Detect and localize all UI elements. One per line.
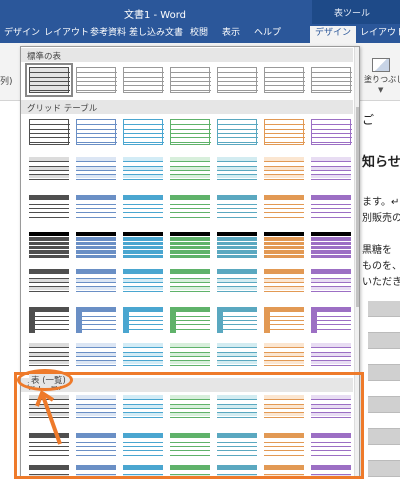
chevron-down-icon: ▼ (378, 86, 384, 94)
doc-text: 知らせ (362, 155, 400, 170)
tab-table-design[interactable]: デザイン (310, 26, 357, 43)
title-bar: 文書1 - Word 表ツール (0, 0, 400, 24)
doc-text: ご (362, 113, 375, 127)
table-style-option[interactable] (217, 195, 257, 221)
table-style-option[interactable] (264, 195, 304, 221)
table-style-option[interactable] (76, 195, 116, 221)
table-style-option[interactable] (264, 343, 304, 369)
table-style-option[interactable] (217, 307, 257, 333)
table-style-option[interactable] (264, 119, 305, 145)
table-style-option[interactable] (29, 119, 70, 145)
tab-view[interactable]: 表示 (222, 26, 240, 43)
table-style-option[interactable] (264, 67, 305, 93)
table-style-option[interactable] (311, 195, 351, 221)
table-style-option[interactable] (76, 307, 116, 333)
table-style-option[interactable] (217, 343, 257, 369)
tab-mailings[interactable]: 差し込み文書 (129, 26, 183, 43)
table-style-option[interactable] (76, 343, 116, 369)
table-style-option[interactable] (311, 157, 351, 183)
section-plain-tables: 標準の表 (21, 48, 353, 62)
table-style-option[interactable] (170, 119, 211, 145)
document-page[interactable]: ご 知らせ ます。↵ 別販売の 黒糖を ものを、 いただき (360, 101, 400, 479)
doc-text: 黒糖を (362, 245, 392, 256)
table-style-option[interactable] (311, 232, 351, 258)
table-style-option[interactable] (25, 63, 73, 97)
tab-table-layout[interactable]: レイアウト (360, 26, 400, 43)
table-style-option[interactable] (123, 67, 164, 93)
table-style-option[interactable] (29, 195, 69, 221)
table-style-option[interactable] (170, 307, 210, 333)
table-style-option[interactable] (76, 269, 116, 295)
table-style-option[interactable] (123, 269, 163, 295)
table-style-option[interactable] (76, 119, 117, 145)
shading-label: 塗りつぶし (364, 75, 400, 84)
table-style-option[interactable] (170, 269, 210, 295)
window-title: 文書1 - Word (123, 10, 187, 21)
table-style-option[interactable] (170, 232, 210, 258)
table-style-option[interactable] (217, 269, 257, 295)
doc-text: ものを、 (362, 261, 400, 272)
tab-help[interactable]: ヘルプ (254, 26, 281, 43)
doc-text: 別販売の (362, 213, 400, 224)
table-style-option[interactable] (264, 157, 304, 183)
tab-layout[interactable]: レイアウト (44, 26, 89, 43)
doc-text: いただき (362, 277, 400, 288)
table-style-option[interactable] (264, 232, 304, 258)
table-style-option[interactable] (217, 67, 258, 93)
table-style-option[interactable] (29, 269, 69, 295)
section-grid-tables: グリッド テーブル (21, 100, 353, 114)
table-style-option[interactable] (170, 343, 210, 369)
table-style-option[interactable] (217, 157, 257, 183)
doc-text: ます。↵ (362, 197, 400, 208)
table-style-option[interactable] (217, 232, 257, 258)
table-style-option[interactable] (264, 307, 304, 333)
table-style-option[interactable] (123, 232, 163, 258)
table-style-option[interactable] (76, 157, 116, 183)
paint-bucket-icon (372, 58, 390, 72)
table-style-option[interactable] (76, 232, 116, 258)
table-style-option[interactable] (311, 67, 352, 93)
ribbon-tab-bar: デザイン レイアウト 参考資料 差し込み文書 校閲 表示 ヘルプ デザイン レイ… (0, 24, 400, 43)
table-tools-group-label: 表ツール (312, 0, 400, 24)
table-style-option[interactable] (123, 119, 164, 145)
document-table (368, 301, 400, 479)
table-style-option[interactable] (170, 195, 210, 221)
table-style-option[interactable] (311, 119, 352, 145)
table-style-option[interactable] (170, 67, 211, 93)
table-style-option[interactable] (264, 269, 304, 295)
table-style-option[interactable] (29, 157, 69, 183)
table-style-option[interactable] (29, 343, 69, 369)
table-style-option[interactable] (123, 195, 163, 221)
table-style-option[interactable] (217, 119, 258, 145)
ribbon-left-label: 列) (0, 77, 13, 87)
table-style-option[interactable] (29, 232, 69, 258)
table-style-option[interactable] (76, 67, 117, 93)
tab-design[interactable]: デザイン (4, 26, 40, 43)
table-style-option[interactable] (123, 343, 163, 369)
tab-references[interactable]: 参考資料 (90, 26, 126, 43)
table-style-option[interactable] (29, 307, 69, 333)
table-style-option[interactable] (123, 307, 163, 333)
scrollbar-thumb[interactable] (356, 107, 359, 307)
shading-button[interactable]: 塗りつぶし ▼ (364, 58, 400, 98)
table-style-option[interactable] (311, 343, 351, 369)
annotation-arrow-icon (35, 390, 62, 445)
table-style-option[interactable] (123, 157, 163, 183)
table-style-option[interactable] (170, 157, 210, 183)
tab-review[interactable]: 校閲 (190, 26, 208, 43)
table-style-option[interactable] (311, 269, 351, 295)
table-style-option[interactable] (311, 307, 351, 333)
